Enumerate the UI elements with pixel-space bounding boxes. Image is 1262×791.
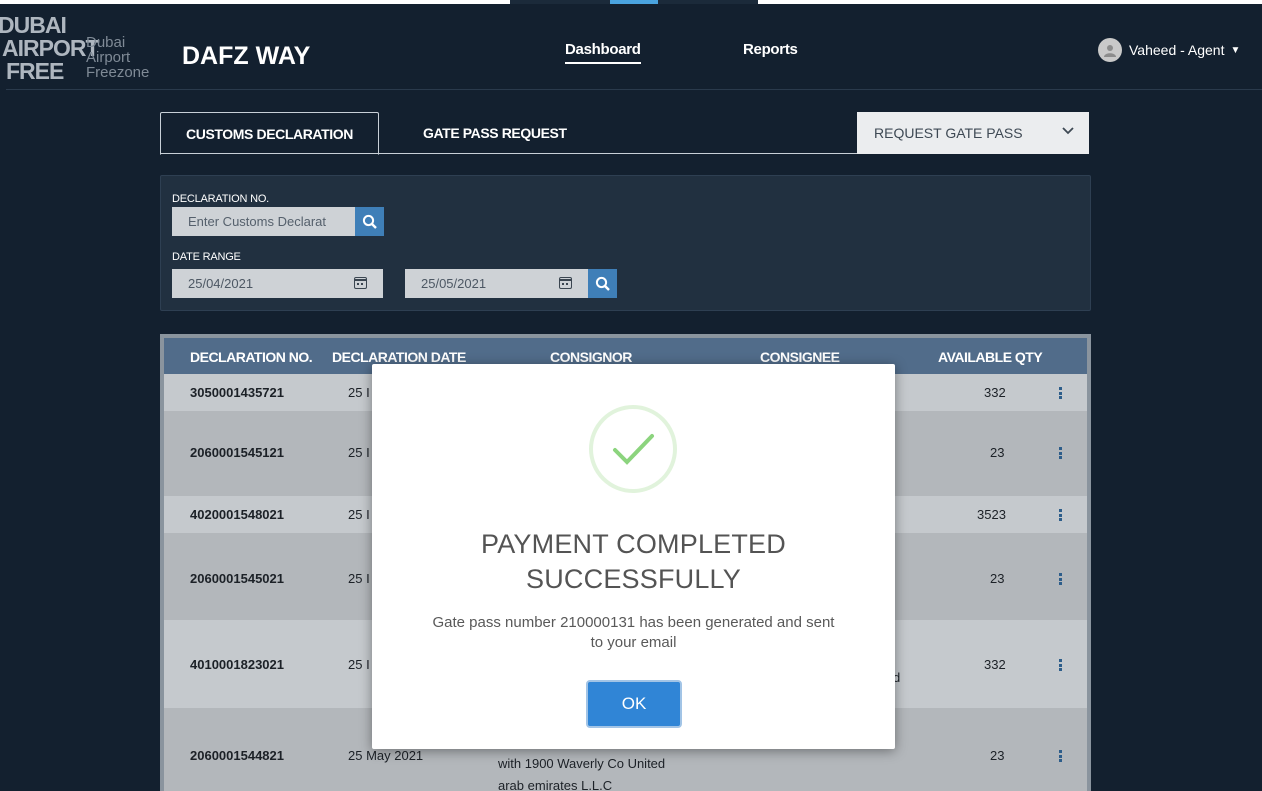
dialog-message-line: to your email <box>590 634 677 651</box>
dialog-message-line: Gate pass number 210000131 has been gene… <box>432 614 835 631</box>
dialog-title-line: SUCCESSFULLY <box>526 564 741 594</box>
dialog-title-line: PAYMENT COMPLETED <box>481 529 786 559</box>
dialog-message: Gate pass number 210000131 has been gene… <box>392 613 875 653</box>
checkmark-icon <box>613 434 654 465</box>
ok-button[interactable]: OK <box>586 680 682 728</box>
payment-success-dialog: PAYMENT COMPLETED SUCCESSFULLY Gate pass… <box>372 364 895 749</box>
dialog-title: PAYMENT COMPLETED SUCCESSFULLY <box>372 527 895 597</box>
success-icon <box>589 405 677 493</box>
